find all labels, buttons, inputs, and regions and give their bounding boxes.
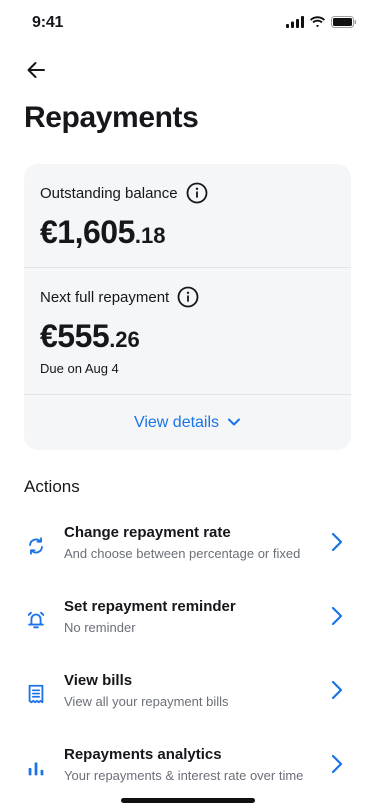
action-set-repayment-reminder[interactable]: Set repayment reminder No reminder (0, 598, 375, 658)
chevron-down-icon (227, 414, 241, 432)
chevron-right-icon (325, 530, 349, 554)
wifi-icon (309, 15, 326, 33)
action-title: Repayments analytics (64, 746, 222, 763)
alarm-icon (24, 608, 48, 632)
outstanding-balance-label: Outstanding balance (40, 182, 208, 204)
next-repayment-amount: €555.26 (40, 318, 140, 355)
info-icon[interactable] (186, 182, 208, 204)
refresh-icon (24, 534, 48, 558)
home-indicator[interactable] (121, 798, 255, 803)
status-icons (286, 15, 357, 33)
battery-icon (331, 15, 357, 33)
action-title: View bills (64, 672, 133, 689)
action-view-bills[interactable]: View bills View all your repayment bills (0, 672, 375, 732)
bill-icon (24, 682, 48, 706)
action-change-repayment-rate[interactable]: Change repayment rate And choose between… (0, 524, 375, 584)
outstanding-balance-cents: .18 (134, 223, 166, 248)
action-repayments-analytics[interactable]: Repayments analytics Your repayments & i… (0, 746, 375, 806)
status-bar: 9:41 (0, 0, 375, 44)
view-details-label: View details (133, 414, 220, 431)
balance-card: Outstanding balance €1,605.18 Next full … (24, 164, 351, 450)
action-subtitle: No reminder (64, 620, 136, 635)
action-subtitle: View all your repayment bills (64, 694, 229, 709)
status-time: 9:41 (32, 14, 64, 31)
actions-heading: Actions (24, 477, 80, 496)
action-title: Change repayment rate (64, 524, 231, 541)
due-date-text: Due on Aug 4 (40, 361, 119, 376)
back-button[interactable] (22, 58, 50, 86)
outstanding-balance-amount: €1,605.18 (40, 214, 165, 251)
chevron-right-icon (325, 752, 349, 776)
card-divider (24, 267, 351, 268)
bar-chart-icon (24, 756, 48, 780)
chevron-right-icon (325, 678, 349, 702)
next-repayment-whole: €555 (40, 318, 110, 354)
next-repayment-cents: .26 (109, 327, 140, 352)
cellular-signal-icon (286, 15, 304, 33)
action-subtitle: And choose between percentage or fixed (64, 546, 301, 561)
info-icon[interactable] (177, 286, 199, 308)
card-divider (24, 394, 351, 395)
arrow-left-icon (26, 61, 46, 84)
outstanding-balance-text: Outstanding balance (40, 184, 178, 202)
action-subtitle: Your repayments & interest rate over tim… (64, 768, 304, 783)
page-title: Repayments (24, 101, 199, 134)
next-repayment-text: Next full repayment (40, 288, 170, 306)
view-details-button[interactable]: View details (24, 396, 351, 450)
outstanding-balance-whole: €1,605 (40, 214, 135, 250)
action-title: Set repayment reminder (64, 598, 236, 615)
chevron-right-icon (325, 604, 349, 628)
next-repayment-label: Next full repayment (40, 286, 199, 308)
